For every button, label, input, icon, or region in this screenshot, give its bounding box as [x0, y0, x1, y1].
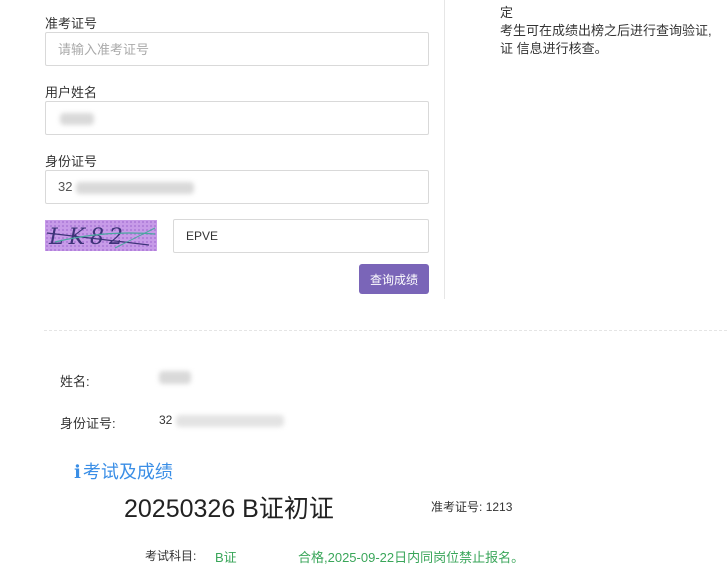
exam-name: 20250326 B证初证 [124, 495, 334, 523]
query-score-button[interactable]: 查询成绩 [359, 264, 429, 294]
redacted-name [60, 112, 94, 125]
user-name-input[interactable] [45, 101, 429, 135]
ticket-label: 准考证号: [431, 500, 483, 514]
id-card-prefix: 32 [58, 179, 73, 194]
section-title-text: 考试及成绩 [82, 462, 173, 482]
redacted-id-card [76, 181, 195, 194]
result-idcard-value: 32 [159, 413, 285, 427]
ticket-number: 准考证号: 1213 [431, 498, 512, 515]
score-query-page: 准考证号 用户姓名 身份证号 32 LK82 查询成绩 定 考生可在成绩出榜之后… [0, 0, 727, 585]
redacted-result-idcard [176, 414, 285, 427]
result-idcard-prefix: 32 [159, 413, 173, 427]
user-name-label: 用户姓名 [45, 85, 98, 100]
notice-line: 考生可在成绩出榜之后进行查询验证, [500, 23, 712, 38]
captcha-input[interactable] [173, 219, 429, 253]
vertical-divider [444, 0, 445, 299]
id-card-input[interactable]: 32 [45, 170, 429, 204]
result-idcard-label: 身份证号: [60, 416, 116, 431]
subject-label: 考试科目: [145, 549, 197, 563]
admission-number-input[interactable] [45, 32, 429, 66]
notice-line: 证 信息进行核查。 [500, 41, 608, 56]
subject-value: B证 [215, 550, 237, 565]
redacted-result-name [159, 371, 191, 385]
captcha-image[interactable]: LK82 [45, 220, 157, 251]
notice-text: 定 考生可在成绩出榜之后进行查询验证, 证 信息进行核查。 [500, 4, 727, 58]
admission-number-label: 准考证号 [45, 16, 98, 31]
ticket-value: 1213 [485, 500, 513, 514]
result-name-label: 姓名: [60, 374, 90, 389]
horizontal-divider [44, 330, 727, 331]
notice-line: 定 [500, 5, 514, 20]
id-card-label: 身份证号 [45, 154, 98, 169]
result-name-value [159, 370, 191, 385]
info-icon: ℹ [74, 462, 81, 482]
pass-result-text: 合格,2025-09-22日内同岗位禁止报名。 [298, 550, 525, 565]
exam-results-heading: ℹ 考试及成绩 [74, 458, 173, 484]
